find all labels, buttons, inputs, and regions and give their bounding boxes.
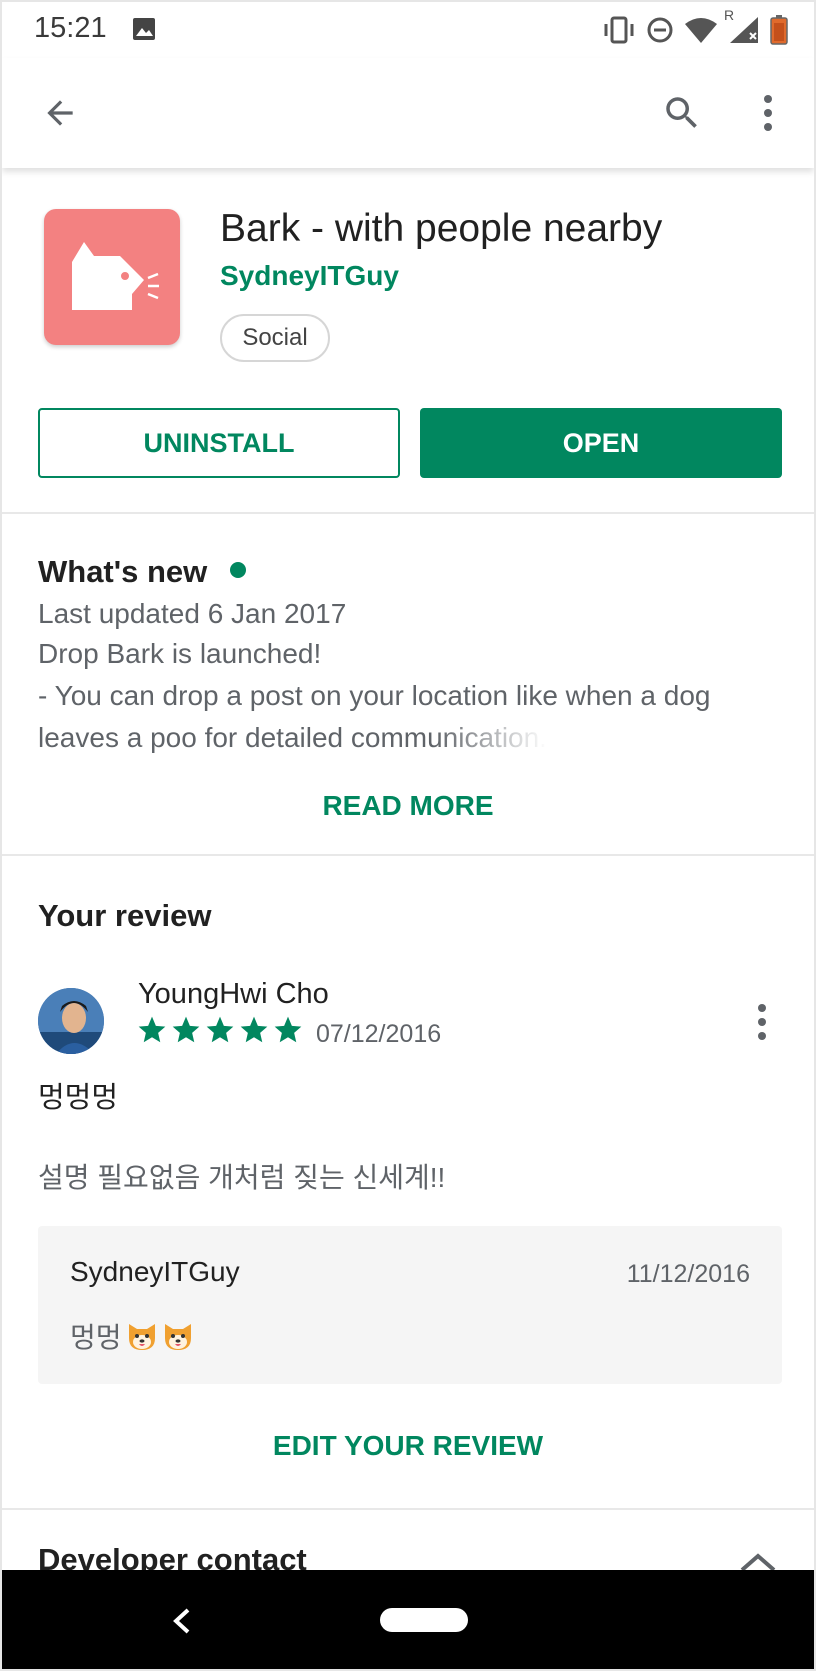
divider (2, 1508, 814, 1510)
wifi-icon (685, 18, 717, 43)
reviewer-name: YoungHwi Cho (138, 978, 329, 1010)
status-bar: 15:21 R (2, 2, 814, 58)
signal-roaming-icon: R (724, 7, 760, 45)
nav-home-pill[interactable] (380, 1608, 468, 1632)
star-icon (240, 1016, 268, 1043)
whats-new-title: What's new (38, 554, 208, 589)
read-more-button[interactable]: READ MORE (2, 790, 814, 822)
star-icon (138, 1016, 166, 1043)
review-title: 멍멍멍 (38, 1082, 119, 1114)
developer-reply: SydneyITGuy 11/12/2016 멍멍 (38, 1226, 782, 1384)
user-photo-icon (38, 988, 104, 1054)
more-vert-icon (764, 95, 772, 131)
arrow-back-icon (47, 100, 73, 126)
photo-icon (133, 18, 155, 40)
star-rating (136, 1014, 304, 1046)
star-icon (206, 1016, 234, 1043)
whats-new-line: - You can drop a post on your location l… (38, 680, 711, 711)
app-screen: 15:21 R Bark - with people nearby Sydney… (0, 0, 816, 1671)
review-date: 07/12/2016 (316, 1020, 442, 1048)
divider (2, 512, 814, 514)
review-body: 설명 필요없음 개처럼 짖는 신세계!! (38, 1162, 446, 1193)
dog-face-emoji-icon (128, 1324, 155, 1350)
dog-face-emoji-icon (164, 1324, 191, 1350)
last-updated-text: Last updated 6 Jan 2017 (38, 598, 347, 629)
nav-back-icon[interactable] (170, 1606, 194, 1636)
more-options-button[interactable] (738, 83, 798, 143)
search-icon (666, 97, 697, 128)
app-developer-link[interactable]: SydneyITGuy (220, 260, 399, 292)
reply-text: 멍멍 (70, 1322, 122, 1353)
barking-dog-logo-icon (72, 242, 159, 310)
whats-new-line: leaves a poo for detailed communication. (38, 722, 547, 753)
review-more-options-button[interactable] (750, 1002, 774, 1042)
app-icon (44, 209, 180, 345)
star-icon (172, 1016, 200, 1043)
top-app-bar (2, 58, 814, 168)
new-indicator-dot (230, 562, 246, 578)
reply-date: 11/12/2016 (626, 1260, 750, 1288)
roaming-label: R (724, 7, 735, 23)
your-review-title: Your review (38, 898, 212, 933)
more-vert-icon (758, 1004, 766, 1040)
status-time: 15:21 (34, 12, 107, 44)
divider (2, 854, 814, 856)
search-button[interactable] (652, 83, 712, 143)
star-icon (274, 1016, 302, 1043)
battery-icon (770, 15, 788, 45)
app-title: Bark - with people nearby (220, 207, 663, 250)
open-button[interactable]: OPEN (420, 408, 782, 478)
reply-developer-name: SydneyITGuy (70, 1256, 240, 1287)
category-chip[interactable]: Social (220, 314, 330, 362)
whats-new-line: Drop Bark is launched! (38, 638, 322, 669)
avatar (38, 988, 104, 1054)
system-nav-bar (2, 1570, 814, 1669)
back-button[interactable] (30, 83, 90, 143)
status-icons: R (602, 7, 788, 46)
edit-review-button[interactable]: EDIT YOUR REVIEW (2, 1430, 814, 1462)
do-not-disturb-icon (647, 17, 673, 43)
uninstall-button[interactable]: UNINSTALL (38, 408, 400, 478)
reply-text-row: 멍멍 (70, 1316, 194, 1356)
vibrate-icon (604, 16, 634, 44)
